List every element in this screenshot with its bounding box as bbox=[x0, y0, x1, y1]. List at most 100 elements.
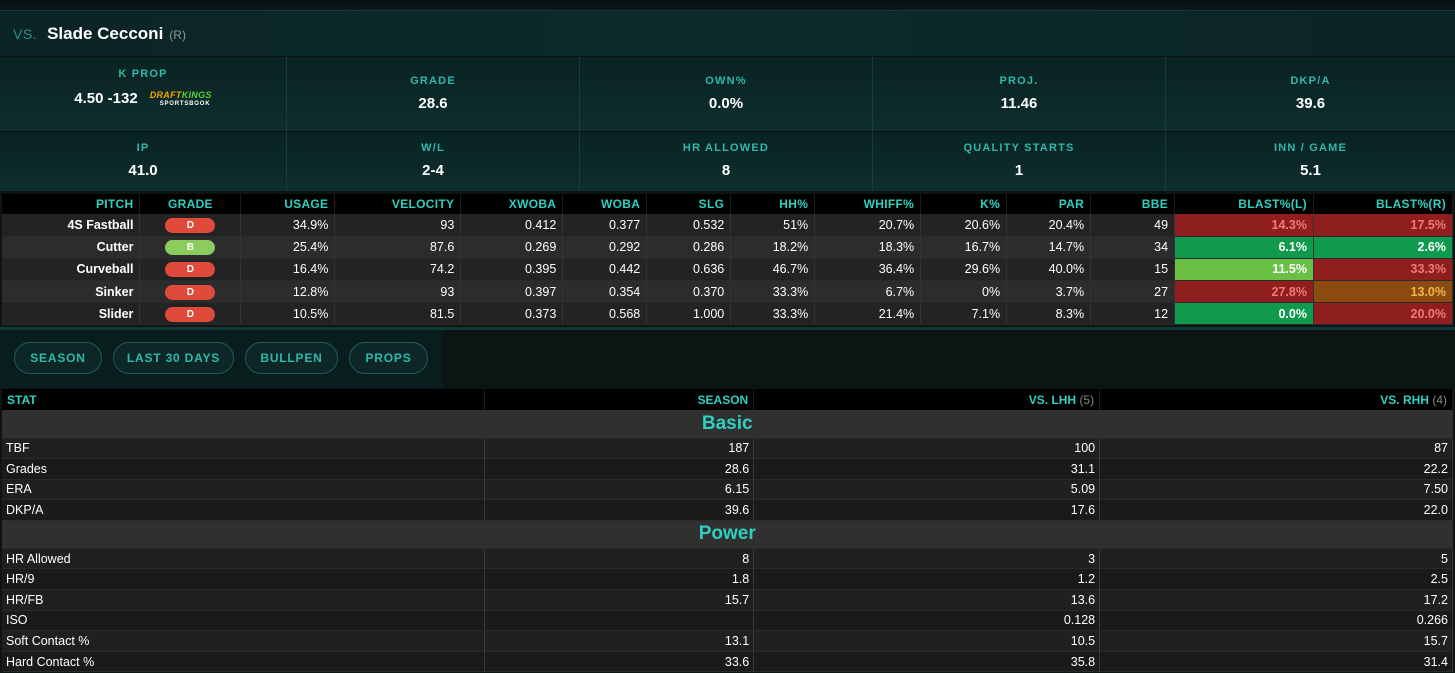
pitch-par: 20.4% bbox=[1006, 214, 1092, 237]
pitch-col-slg[interactable]: SLG bbox=[646, 194, 732, 214]
pitch-velocity: 87.6 bbox=[334, 236, 462, 259]
col-vs-lhh[interactable]: VS. LHH (5) bbox=[753, 389, 1101, 410]
pitch-usage: 25.4% bbox=[240, 236, 336, 259]
blast-right: 33.3% bbox=[1313, 258, 1454, 282]
pitch-hh: 51% bbox=[730, 214, 816, 237]
pitch-col-grade[interactable]: GRADE bbox=[139, 194, 242, 214]
pitch-whiff: 6.7% bbox=[814, 280, 922, 304]
stat-row[interactable]: Grades 28.6 31.1 22.2 bbox=[2, 458, 1453, 480]
stat-season: 39.6 bbox=[484, 499, 755, 521]
grade-badge: D bbox=[165, 284, 216, 300]
pitch-woba: 0.442 bbox=[562, 258, 648, 282]
pitch-velocity: 81.5 bbox=[334, 302, 462, 326]
pitch-velocity: 93 bbox=[334, 214, 462, 237]
stat-vs-lhh: 35.8 bbox=[753, 651, 1101, 673]
stat-row[interactable]: HR Allowed 8 3 5 bbox=[2, 548, 1453, 570]
col-stat[interactable]: STAT bbox=[2, 389, 486, 410]
matchup-header: VS. Slade Cecconi (R) bbox=[0, 10, 1455, 56]
pitch-par: 8.3% bbox=[1006, 302, 1092, 326]
pitch-whiff: 18.3% bbox=[814, 236, 922, 259]
split-stats-table: STAT SEASON VS. LHH (5) VS. RHH (4) Basi… bbox=[2, 389, 1453, 673]
pitch-velocity: 74.2 bbox=[334, 258, 462, 282]
pitch-hh: 33.3% bbox=[730, 302, 816, 326]
stat-vs-lhh: 3 bbox=[753, 548, 1101, 570]
stat-name: Hard Contact % bbox=[2, 651, 486, 673]
pitch-col-blast-r[interactable]: BLAST%(R) bbox=[1313, 194, 1454, 214]
stat-row[interactable]: HR/FB 15.7 13.6 17.2 bbox=[2, 589, 1453, 611]
blast-right: 13.0% bbox=[1313, 280, 1454, 304]
stat-row[interactable]: ERA 6.15 5.09 7.50 bbox=[2, 479, 1453, 501]
stat-vs-rhh: 22.2 bbox=[1099, 458, 1453, 480]
pitch-par: 40.0% bbox=[1006, 258, 1092, 282]
pitcher-name[interactable]: Slade Cecconi bbox=[47, 24, 163, 44]
summary-row-1: K PROP 4.50 -132 DRAFTKINGS SPORTSBOOK GRADE… bbox=[0, 57, 1455, 131]
summary-row-2: IP 41.0 W/L 2-4 HR ALLOWED 8 QUALITY STARTS 1 IN… bbox=[0, 132, 1455, 191]
pitch-k: 16.7% bbox=[920, 236, 1008, 259]
pitch-hh: 18.2% bbox=[730, 236, 816, 259]
stat-vs-lhh: 100 bbox=[753, 438, 1101, 460]
grade-cell: D bbox=[139, 302, 242, 326]
filter-bar: SEASON LAST 30 DAYS BULLPEN PROPS bbox=[0, 330, 443, 388]
pitch-hh: 46.7% bbox=[730, 258, 816, 282]
summary-grade: GRADE 28.6 bbox=[287, 57, 580, 131]
summary-k-prop: K PROP 4.50 -132 DRAFTKINGS SPORTSBOOK bbox=[0, 57, 287, 131]
pitch-velocity: 93 bbox=[334, 280, 462, 304]
pitch-hh: 33.3% bbox=[730, 280, 816, 304]
stat-season: 15.7 bbox=[484, 589, 755, 611]
pitch-row[interactable]: Sinker D 12.8% 93 0.397 0.354 0.370 33.3% 6.7% 0%… bbox=[2, 280, 1454, 304]
filter-bullpen-button[interactable]: BULLPEN bbox=[245, 342, 338, 374]
pitch-col-par[interactable]: PAR bbox=[1006, 194, 1092, 214]
pitch-k: 7.1% bbox=[920, 302, 1008, 326]
summary-value: 5.1 bbox=[1300, 162, 1321, 179]
blast-right: 2.6% bbox=[1313, 236, 1454, 259]
pitch-k: 29.6% bbox=[920, 258, 1008, 282]
pitch-xwoba: 0.373 bbox=[460, 302, 564, 326]
filter-season-button[interactable]: SEASON bbox=[14, 342, 102, 374]
summary-value: 8 bbox=[721, 162, 731, 179]
col-vs-rhh[interactable]: VS. RHH (4) bbox=[1099, 389, 1453, 410]
stat-vs-rhh: 17.2 bbox=[1099, 589, 1453, 611]
pitch-slg: 1.000 bbox=[646, 302, 732, 326]
col-season[interactable]: SEASON bbox=[484, 389, 755, 410]
pitch-arsenal-table: PITCH GRADE USAGE VELOCITY XWOBA WOBA SLG HH% WH… bbox=[2, 194, 1454, 326]
pitch-table-header: PITCH GRADE USAGE VELOCITY XWOBA WOBA SLG HH% WH… bbox=[2, 194, 1454, 214]
pitch-col-velocity[interactable]: VELOCITY bbox=[334, 194, 462, 214]
pitch-xwoba: 0.269 bbox=[460, 236, 564, 259]
summary-label: DKP/A bbox=[1290, 75, 1331, 87]
pitch-row[interactable]: 4S Fastball D 34.9% 93 0.412 0.377 0.532 51% 20.… bbox=[2, 214, 1454, 237]
summary-label: GRADE bbox=[410, 75, 456, 87]
blast-right: 20.0% bbox=[1313, 302, 1454, 326]
stat-row[interactable]: ISO 0.128 0.266 bbox=[2, 610, 1453, 632]
section-title: Basic bbox=[2, 410, 1453, 439]
pitch-row[interactable]: Cutter B 25.4% 87.6 0.269 0.292 0.286 18.2% 18.3… bbox=[2, 236, 1454, 259]
stat-vs-rhh: 22.0 bbox=[1099, 499, 1453, 521]
pitch-col-usage[interactable]: USAGE bbox=[240, 194, 336, 214]
pitch-col-xwoba[interactable]: XWOBA bbox=[460, 194, 564, 214]
pitch-col-k[interactable]: K% bbox=[920, 194, 1008, 214]
pitch-col-hh[interactable]: HH% bbox=[730, 194, 816, 214]
pitch-bbe: 27 bbox=[1090, 280, 1176, 304]
pitch-col-woba[interactable]: WOBA bbox=[562, 194, 648, 214]
top-strip bbox=[0, 0, 1455, 10]
pitch-col-whiff[interactable]: WHIFF% bbox=[814, 194, 922, 214]
pitch-col-blast-l[interactable]: BLAST%(L) bbox=[1174, 194, 1314, 214]
pitch-name: 4S Fastball bbox=[2, 214, 141, 237]
pitch-col-pitch[interactable]: PITCH bbox=[2, 194, 141, 214]
stat-row[interactable]: HR/9 1.8 1.2 2.5 bbox=[2, 568, 1453, 591]
summary-ip: IP 41.0 bbox=[0, 132, 287, 191]
pitch-woba: 0.377 bbox=[562, 214, 648, 237]
stat-name: DKP/A bbox=[2, 499, 486, 521]
stat-vs-rhh: 31.4 bbox=[1099, 651, 1453, 673]
pitch-whiff: 36.4% bbox=[814, 258, 922, 282]
stat-row[interactable]: DKP/A 39.6 17.6 22.0 bbox=[2, 499, 1453, 521]
pitch-row[interactable]: Slider D 10.5% 81.5 0.373 0.568 1.000 33.3% 21.4… bbox=[2, 302, 1454, 326]
draftkings-logo-icon: DRAFTKINGS SPORTSBOOK bbox=[149, 89, 212, 107]
pitch-slg: 0.532 bbox=[646, 214, 732, 237]
stat-row[interactable]: TBF 187 100 87 bbox=[2, 438, 1453, 460]
pitch-col-bbe[interactable]: BBE bbox=[1090, 194, 1176, 214]
stat-row[interactable]: Soft Contact % 13.1 10.5 15.7 bbox=[2, 630, 1453, 652]
pitch-row[interactable]: Curveball D 16.4% 74.2 0.395 0.442 0.636 46.7% 3… bbox=[2, 258, 1454, 282]
filter-props-button[interactable]: PROPS bbox=[349, 342, 428, 374]
filter-last-30-days-button[interactable]: LAST 30 DAYS bbox=[113, 342, 234, 374]
stat-row[interactable]: Hard Contact % 33.6 35.8 31.4 bbox=[2, 651, 1453, 673]
